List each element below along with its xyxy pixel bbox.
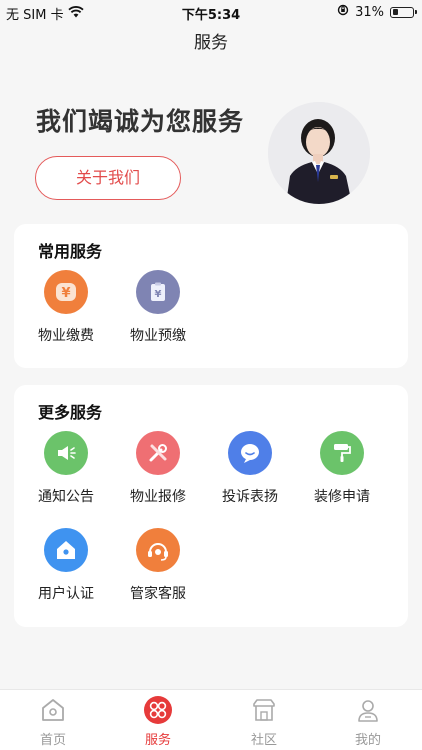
megaphone-icon — [44, 431, 88, 475]
service-repair[interactable]: 物业报修 — [112, 431, 204, 506]
nav-title: 服务 — [194, 33, 228, 53]
clipboard-icon: ¥ — [136, 270, 180, 314]
home-icon — [44, 528, 88, 572]
battery-percent: 31% — [355, 4, 384, 20]
service-user-verify[interactable]: 用户认证 — [20, 528, 112, 603]
more-services-title: 更多服务 — [38, 403, 103, 422]
paint-roller-icon — [320, 431, 364, 475]
yuan-icon: ¥ — [44, 270, 88, 314]
tab-home[interactable]: 首页 — [18, 694, 88, 748]
battery-icon — [390, 6, 417, 18]
tools-icon — [136, 431, 180, 475]
orientation-lock-icon — [337, 4, 349, 20]
service-feedback[interactable]: 投诉表扬 — [204, 431, 296, 506]
tab-profile[interactable]: 我的 — [333, 694, 403, 748]
tab-label: 我的 — [354, 733, 381, 748]
service-label: 物业缴费 — [38, 328, 94, 344]
common-services-card: 常用服务 ¥ 物业缴费 ¥ 物业预缴 — [14, 224, 408, 368]
community-icon — [229, 694, 299, 726]
svg-text:¥: ¥ — [61, 286, 70, 301]
bottom-tab-bar: 首页 服务 社区 我的 — [0, 689, 422, 750]
status-right: 31% — [337, 4, 417, 20]
profile-icon — [333, 694, 403, 726]
tab-label: 服务 — [144, 733, 171, 748]
service-label: 管家客服 — [130, 586, 186, 602]
headset-icon — [136, 528, 180, 572]
service-notice[interactable]: 通知公告 — [20, 431, 112, 506]
tab-community[interactable]: 社区 — [229, 694, 299, 748]
tab-label: 社区 — [250, 733, 277, 748]
service-label: 通知公告 — [38, 489, 94, 505]
service-label: 用户认证 — [38, 586, 94, 602]
service-renovation[interactable]: 装修申请 — [296, 431, 388, 506]
service-label: 物业预缴 — [130, 328, 186, 344]
svg-text:¥: ¥ — [155, 289, 162, 300]
service-butler[interactable]: 管家客服 — [112, 528, 204, 603]
hero-title: 我们竭诚为您服务 — [36, 107, 245, 136]
service-property-payment[interactable]: ¥ 物业缴费 — [20, 270, 112, 345]
tab-label: 首页 — [39, 733, 66, 748]
service-property-prepay[interactable]: ¥ 物业预缴 — [112, 270, 204, 345]
service-icon — [123, 694, 193, 726]
service-label: 投诉表扬 — [222, 489, 278, 505]
tab-service[interactable]: 服务 — [123, 694, 193, 748]
home-outline-icon — [18, 694, 88, 726]
about-us-button[interactable]: 关于我们 — [35, 156, 181, 200]
chat-bubble-icon — [228, 431, 272, 475]
status-bar: 无 SIM 卡 下午5:34 31% — [0, 0, 422, 24]
service-label: 装修申请 — [314, 489, 370, 505]
more-services-card: 更多服务 通知公告 物业报修 投诉表扬 装修申请 用户认证 管家客服 — [14, 385, 408, 627]
common-services-title: 常用服务 — [38, 242, 103, 261]
service-agent-avatar — [268, 102, 370, 204]
service-label: 物业报修 — [130, 489, 186, 505]
